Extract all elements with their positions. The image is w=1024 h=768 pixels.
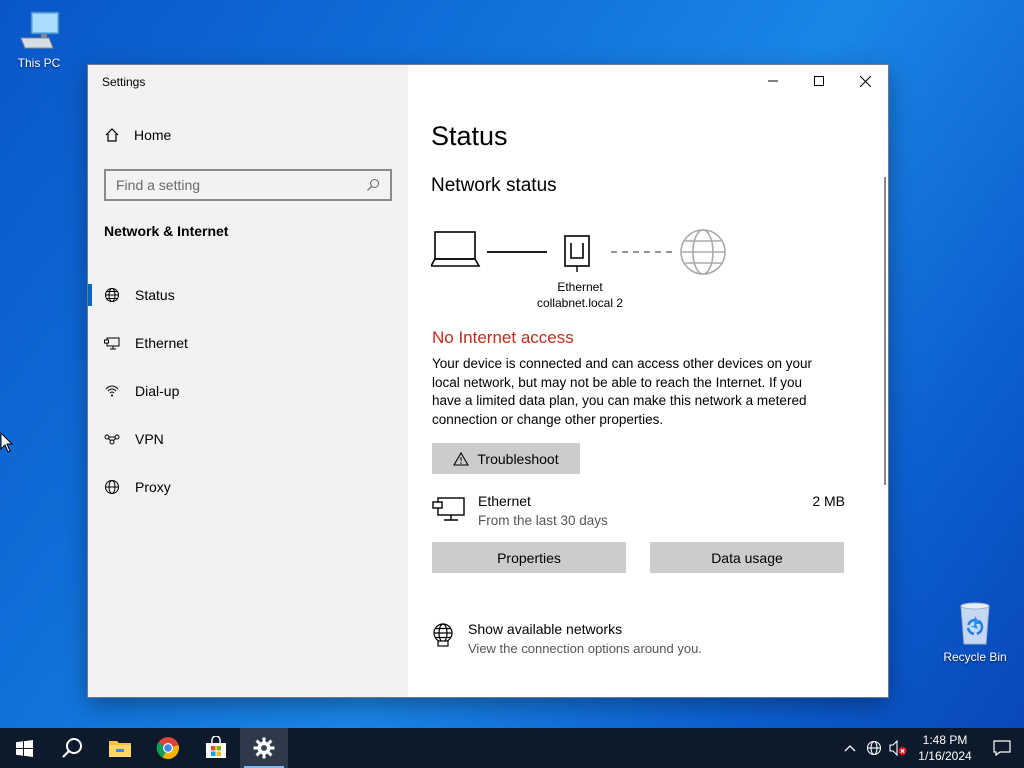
globe-icon (104, 479, 120, 495)
home-icon (105, 128, 119, 142)
taskbar-file-explorer[interactable] (96, 728, 144, 768)
section-heading: Network & Internet (104, 223, 229, 239)
data-used: 2 MB (812, 493, 845, 509)
settings-sidebar: Settings Home Network & Internet Status (88, 65, 408, 697)
dialup-icon (104, 383, 120, 399)
computer-icon (20, 11, 60, 49)
store-icon (206, 736, 226, 758)
system-tray: 1:48 PM 1/16/2024 (838, 728, 1024, 768)
clock-time: 1:48 PM (922, 733, 968, 747)
connection-name: Ethernet (478, 493, 531, 509)
taskbar-settings[interactable] (240, 728, 288, 768)
usage-period: From the last 30 days (478, 513, 608, 528)
sidebar-item-label: Ethernet (135, 335, 188, 351)
home-nav-item[interactable]: Home (104, 127, 171, 143)
recycle-bin-desktop-icon[interactable]: Recycle Bin (937, 600, 1013, 664)
sidebar-nav: Status Ethernet Dial-up VPN Proxy (88, 271, 408, 511)
settings-content: Status Network status Ethernet collabnet (408, 65, 888, 697)
minimize-button[interactable] (750, 65, 796, 97)
gear-icon (253, 737, 275, 759)
action-center-button[interactable] (980, 728, 1024, 768)
diagram-label: Ethernet collabnet.local 2 (520, 279, 640, 311)
show-hidden-icons-button[interactable] (838, 728, 862, 768)
network-globe-icon (433, 623, 453, 647)
vpn-icon (104, 431, 120, 447)
properties-button[interactable]: Properties (432, 542, 626, 573)
connection-usage-row: Ethernet From the last 30 days 2 MB (432, 491, 845, 531)
this-pc-label: This PC (17, 56, 61, 70)
windows-logo-icon (15, 739, 33, 757)
sidebar-item-status[interactable]: Status (88, 271, 408, 319)
recycle-bin-icon (960, 602, 990, 645)
warning-icon (453, 451, 470, 466)
troubleshoot-label: Troubleshoot (477, 450, 559, 467)
network-status-heading: Network status (431, 175, 557, 196)
connection-status-description: Your device is connected and can access … (432, 356, 812, 427)
sidebar-item-vpn[interactable]: VPN (88, 415, 408, 463)
sidebar-item-ethernet[interactable]: Ethernet (88, 319, 408, 367)
caption-buttons (750, 65, 888, 97)
minimize-icon (768, 80, 778, 82)
content-scrollbar[interactable] (884, 177, 886, 485)
connection-status-heading: No Internet access (432, 328, 574, 347)
close-button[interactable] (842, 65, 888, 97)
search-icon[interactable] (366, 178, 380, 192)
settings-window: Settings Home Network & Internet Status (88, 65, 888, 697)
mouse-pointer-icon (0, 432, 14, 453)
window-title: Settings (102, 75, 146, 89)
taskbar-clock[interactable]: 1:48 PM 1/16/2024 (910, 732, 980, 764)
start-button[interactable] (0, 728, 48, 768)
internet-globe-icon (680, 229, 726, 275)
adapter-label: Ethernet (557, 280, 603, 294)
show-available-networks-link[interactable]: Show available networks View the connect… (432, 619, 832, 659)
sidebar-item-dialup[interactable]: Dial-up (88, 367, 408, 415)
page-title: Status (431, 121, 508, 151)
taskbar-store[interactable] (192, 728, 240, 768)
close-icon (859, 75, 871, 87)
volume-tray-button[interactable] (886, 728, 910, 768)
show-networks-subtitle: View the connection options around you. (468, 641, 702, 656)
volume-muted-icon (889, 740, 907, 756)
folder-icon (109, 741, 131, 757)
this-pc-desktop-icon[interactable]: This PC (1, 8, 77, 70)
taskbar-search-button[interactable] (48, 728, 96, 768)
sidebar-item-label: Dial-up (135, 383, 180, 399)
sidebar-item-proxy[interactable]: Proxy (88, 463, 408, 511)
ethernet-icon (104, 335, 120, 351)
show-networks-title: Show available networks (468, 621, 623, 637)
laptop-icon (431, 231, 481, 267)
clock-date: 1/16/2024 (918, 749, 972, 763)
troubleshoot-button[interactable]: Troubleshoot (432, 443, 580, 474)
chrome-icon (156, 737, 179, 759)
search-icon (62, 738, 82, 758)
network-name: collabnet.local 2 (536, 296, 624, 310)
notification-icon (993, 740, 1011, 756)
recycle-bin-label: Recycle Bin (943, 650, 1007, 664)
sidebar-item-label: Proxy (135, 479, 171, 495)
chevron-up-icon (844, 745, 856, 752)
maximize-icon (814, 76, 824, 86)
ethernet-adapter-icon (432, 497, 465, 521)
status-icon (104, 287, 120, 303)
search-input[interactable] (116, 177, 366, 193)
data-usage-button[interactable]: Data usage (650, 542, 844, 573)
taskbar-chrome[interactable] (144, 728, 192, 768)
home-label: Home (134, 127, 172, 143)
find-setting-search[interactable] (104, 169, 392, 201)
taskbar: 1:48 PM 1/16/2024 (0, 728, 1024, 768)
maximize-button[interactable] (796, 65, 842, 97)
ethernet-port-icon (564, 235, 590, 272)
network-globe-icon (866, 740, 882, 756)
network-tray-button[interactable] (862, 728, 886, 768)
sidebar-item-label: VPN (135, 431, 164, 447)
sidebar-item-label: Status (135, 287, 175, 303)
